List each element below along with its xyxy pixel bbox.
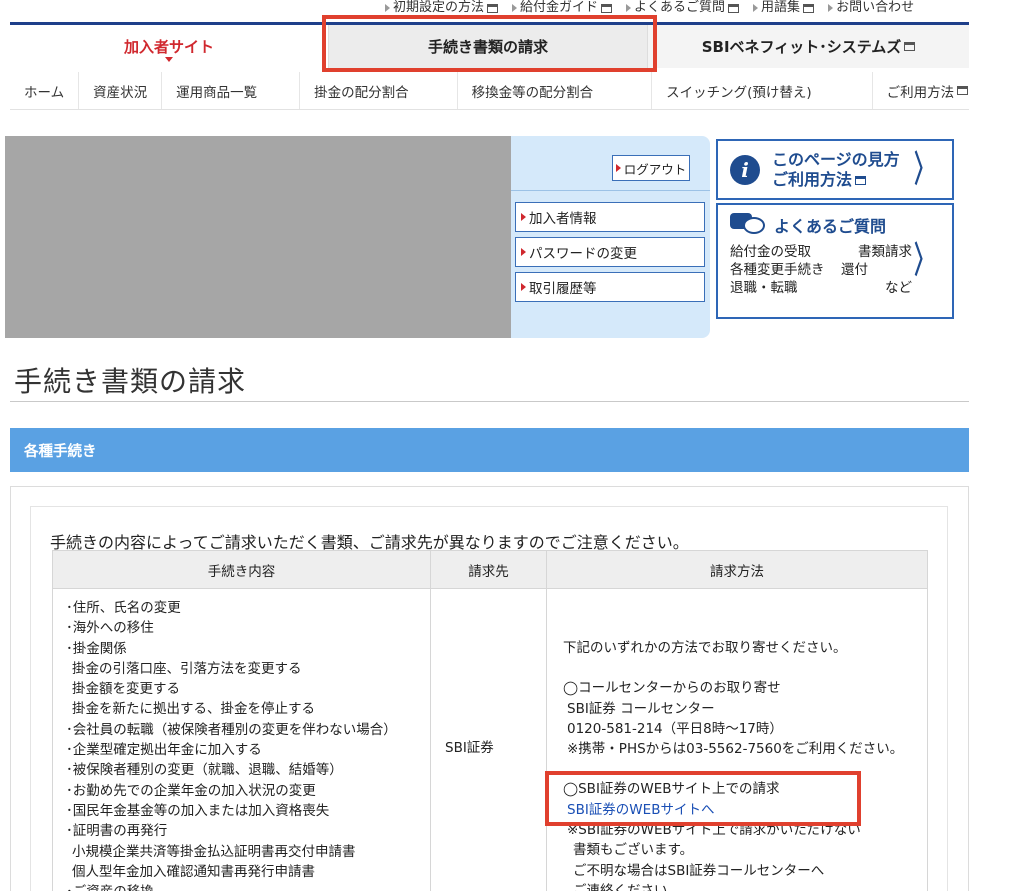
page-guide-banner[interactable]: i このページの見方 ご利用方法 〉 <box>716 139 954 200</box>
subnav-switching[interactable]: スイッチング(預け替え) <box>652 72 873 109</box>
arrow-icon <box>385 4 390 12</box>
arrow-icon <box>521 248 526 256</box>
utility-link-setup[interactable]: 初期設定の方法 <box>385 0 499 16</box>
tab-member-site[interactable]: 加入者サイト <box>10 25 328 68</box>
procedure-item: ･企業型確定拠出年金に加入する <box>66 742 262 759</box>
header-method: 請求方法 <box>546 550 928 589</box>
arrow-icon <box>626 4 632 12</box>
procedure-item: ･会社員の転職（被保険者種別の変更を伴わない場合） <box>66 721 397 738</box>
member-info-link[interactable]: 加入者情報 <box>515 202 705 232</box>
destination-cell: SBI証券 <box>430 587 547 891</box>
procedures-table: 手続き内容 請求先 請求方法 ･住所、氏名の変更 ･海外への移住 ･掛金関係掛金の引… <box>52 550 928 891</box>
arrow-icon <box>521 213 526 221</box>
procedure-item: ･海外への移住 <box>66 620 154 637</box>
subnav-contribution-allocation[interactable]: 掛金の配分割合 <box>300 72 458 109</box>
procedure-item: ･お勤め先での企業年金の加入状況の変更 <box>66 782 316 799</box>
utility-link-faq[interactable]: よくあるご質問 <box>626 0 740 16</box>
password-change-link[interactable]: パスワードの変更 <box>515 237 705 267</box>
section-header: 各種手続き <box>10 428 969 472</box>
procedure-item: 小規模企業共済等掛金払込証明書再交付申請書 <box>72 843 356 860</box>
highlight-annotation-web <box>545 771 861 826</box>
chevron-right-icon: 〉 <box>914 240 934 281</box>
info-icon: i <box>730 154 760 185</box>
external-window-icon <box>728 3 740 13</box>
procedure-item: ･掛金関係 <box>66 640 127 657</box>
arrow-icon <box>753 4 759 12</box>
external-window-icon <box>855 175 867 185</box>
highlight-annotation-tab <box>322 15 657 72</box>
table-header-row: 手続き内容 請求先 請求方法 <box>52 550 928 589</box>
page-title: 手続き書類の請求 <box>14 365 247 398</box>
tab-sbi-benefit-systems[interactable]: SBIベネフィット･システムズ <box>648 25 969 68</box>
subnav-products[interactable]: 運用商品一覧 <box>162 72 301 109</box>
arrow-icon <box>512 4 518 12</box>
logout-button[interactable]: ログアウト <box>612 155 690 181</box>
caret-down-icon <box>165 57 173 62</box>
header-destination: 請求先 <box>430 550 547 589</box>
table-row: ･住所、氏名の変更 ･海外への移住 ･掛金関係掛金の引落口座、引落方法を変更する 掛金… <box>52 587 928 891</box>
redacted-account-info <box>5 136 511 338</box>
procedure-item: 個人型年金加入確認通知書再発行申請書 <box>72 863 315 880</box>
external-window-icon <box>601 3 613 13</box>
method-cell: 下記のいずれかの方法でお取り寄せください。 ◯コールセンターからのお取り寄せ S… <box>546 587 928 891</box>
procedure-item: 掛金の引落口座、引落方法を変更する <box>72 660 302 677</box>
procedure-item: ･ご資産の移換 <box>66 882 430 891</box>
subnav-home[interactable]: ホーム <box>10 72 80 109</box>
procedure-item: ･被保険者種別の変更（就職、退職、結婚等） <box>66 762 343 779</box>
chevron-right-icon: 〉 <box>914 148 934 190</box>
external-window-icon <box>957 86 969 95</box>
arrow-icon <box>521 283 526 291</box>
subnav-assets[interactable]: 資産状況 <box>79 72 163 109</box>
header-procedure: 手続き内容 <box>52 550 431 589</box>
procedure-item: ･住所、氏名の変更 <box>66 600 181 616</box>
external-window-icon <box>904 42 916 51</box>
utility-link-contact[interactable]: お問い合わせ <box>828 0 914 16</box>
panel-divider <box>511 190 710 191</box>
utility-link-benefit-guide[interactable]: 給付金ガイド <box>512 0 613 16</box>
arrow-icon <box>828 4 834 12</box>
faq-banner[interactable]: よくあるご質問 給付金の受取 書類請求 各種変更手続き 還付 退職・転職 など 〉 <box>716 203 954 319</box>
procedure-cell: ･住所、氏名の変更 ･海外への移住 ･掛金関係掛金の引落口座、引落方法を変更する 掛金… <box>52 587 431 891</box>
sub-navigation: ホーム 資産状況 運用商品一覧 掛金の配分割合 移換金等の配分割合 スイッチング… <box>10 72 969 110</box>
procedure-item: 掛金を新たに拠出する、掛金を停止する <box>72 701 315 718</box>
arrow-icon <box>615 164 621 172</box>
procedure-item: 掛金額を変更する <box>72 681 180 698</box>
external-window-icon <box>803 3 815 13</box>
procedure-item: ･国民年金基金等の加入または加入資格喪失 <box>66 802 330 819</box>
subnav-transfer-allocation[interactable]: 移換金等の配分割合 <box>458 72 653 109</box>
external-window-icon <box>487 3 499 13</box>
title-divider <box>10 401 969 402</box>
transaction-history-link[interactable]: 取引履歴等 <box>515 272 705 302</box>
utility-link-glossary[interactable]: 用語集 <box>753 0 815 16</box>
chat-bubble-icon <box>730 213 766 237</box>
procedure-list: ･住所、氏名の変更 ･海外への移住 ･掛金関係掛金の引落口座、引落方法を変更する 掛金… <box>53 589 430 891</box>
subnav-usage[interactable]: ご利用方法 <box>873 72 983 109</box>
procedure-item: ･証明書の再発行 <box>66 823 168 840</box>
